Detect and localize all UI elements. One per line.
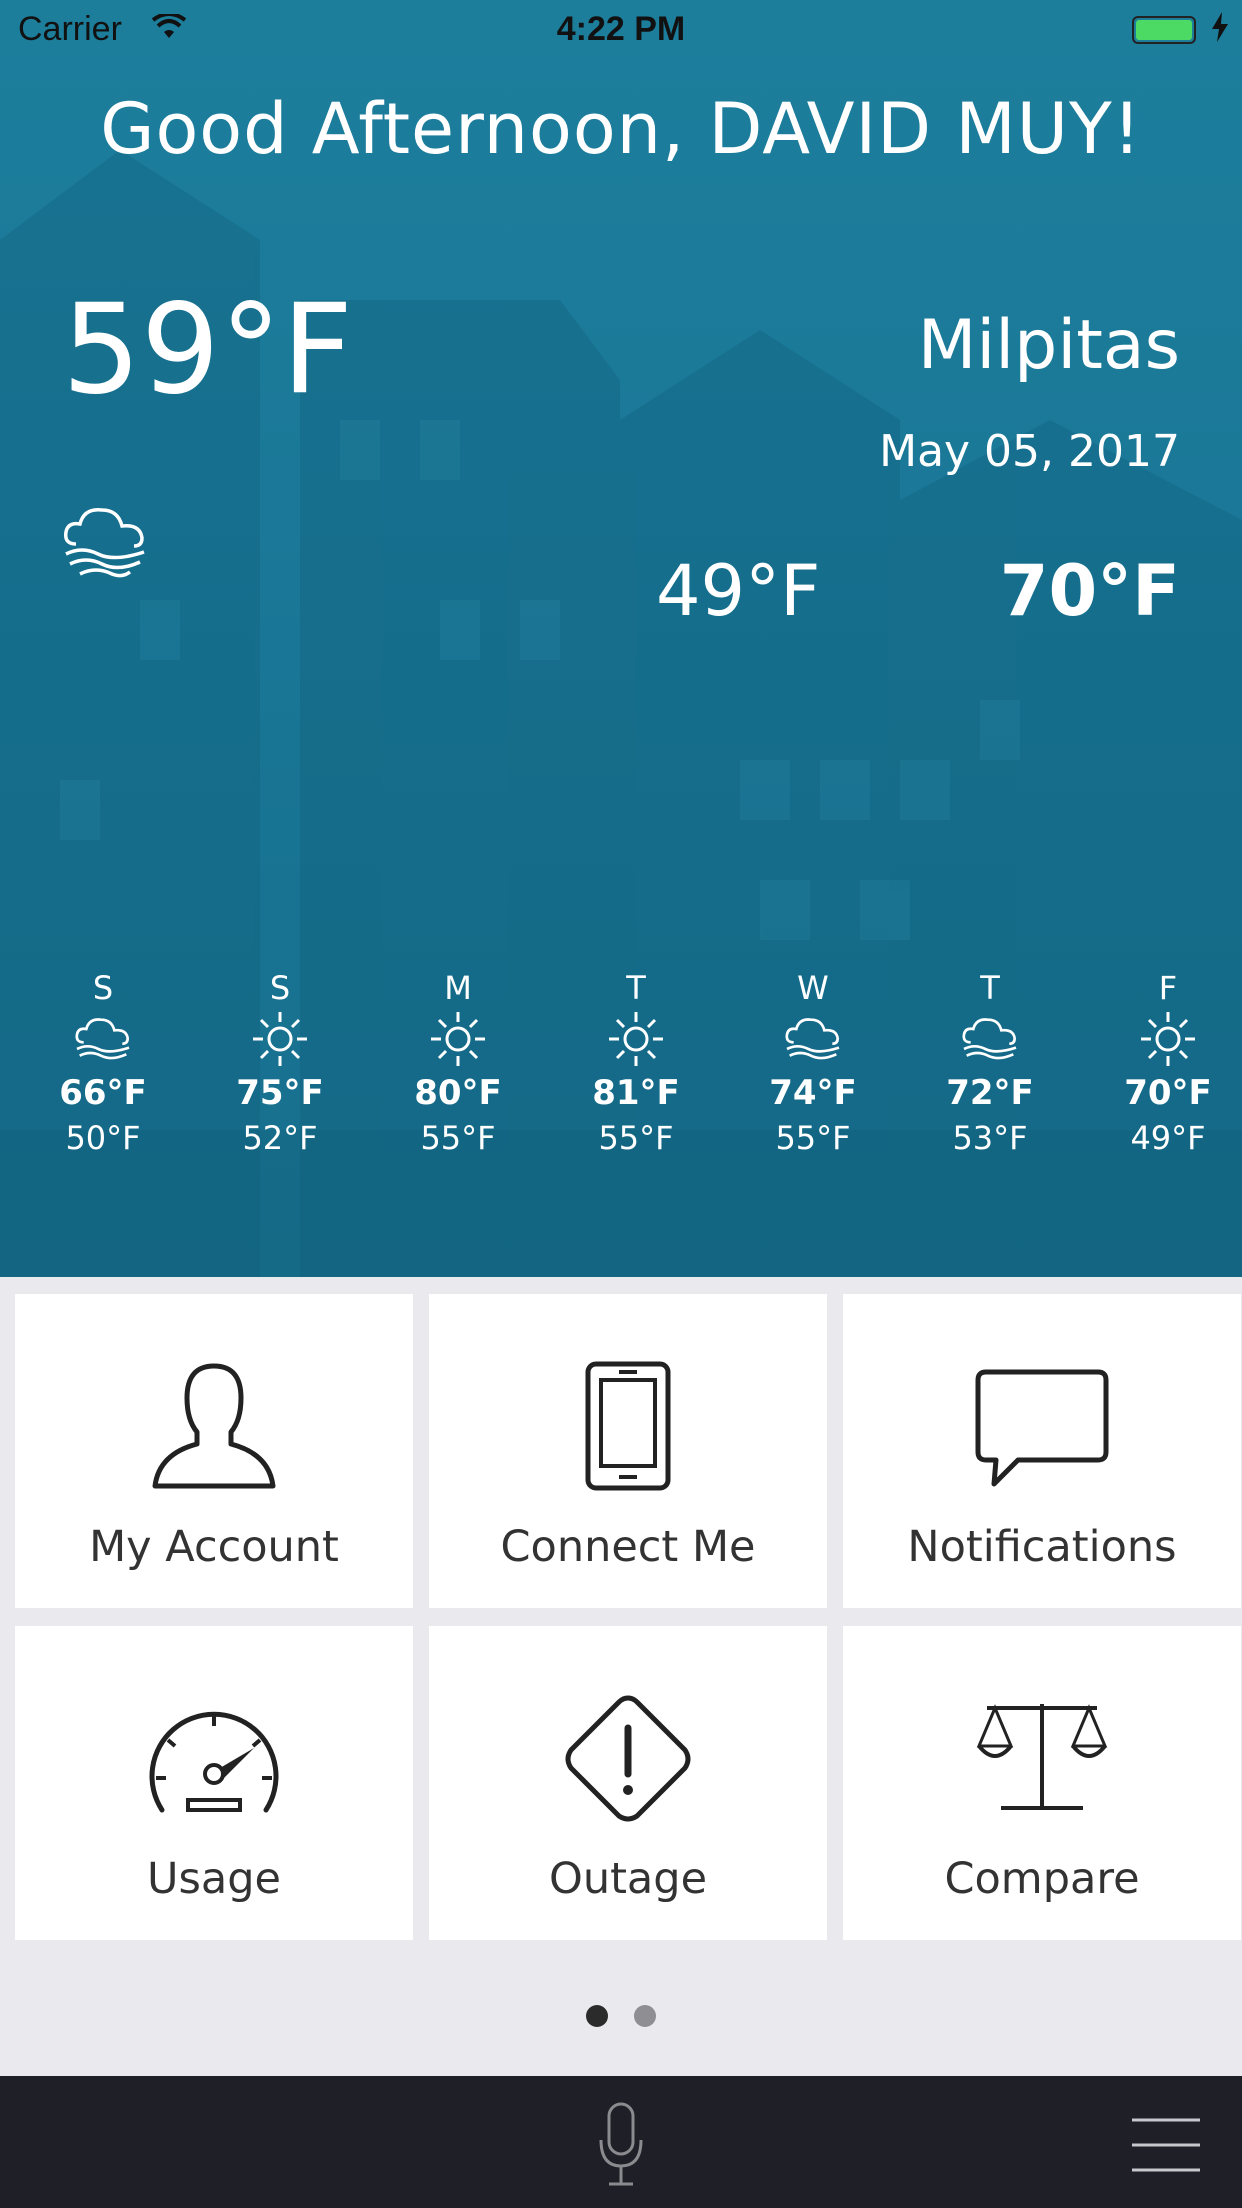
- forecast-high: 81°F: [592, 1073, 680, 1113]
- forecast-day-label: T: [980, 969, 1000, 1007]
- forecast-day-label: W: [797, 969, 829, 1007]
- forecast-day-label: M: [444, 969, 472, 1007]
- forecast-low: 49°F: [1130, 1119, 1206, 1157]
- forecast-day: S 66°F 50°F: [33, 968, 173, 1160]
- user-icon: [15, 1358, 413, 1492]
- forecast-high: 74°F: [769, 1073, 857, 1113]
- page-indicator[interactable]: [0, 2005, 1242, 2027]
- tile-label: Usage: [147, 1854, 281, 1904]
- outage-tile[interactable]: Outage: [429, 1626, 827, 1940]
- current-date: May 05, 2017: [879, 426, 1180, 477]
- forecast-day-label: T: [626, 969, 646, 1007]
- sun-icon: [566, 1008, 706, 1070]
- forecast-high: 72°F: [946, 1073, 1034, 1113]
- bottom-bar: [0, 2076, 1242, 2208]
- fog-cloud-icon: [920, 1008, 1060, 1070]
- forecast-day: W 74°F 55°F: [743, 968, 883, 1160]
- forecast-low: 52°F: [242, 1119, 318, 1157]
- page-dot[interactable]: [634, 2005, 656, 2027]
- battery-icon: [1132, 16, 1196, 44]
- tile-label: Outage: [548, 1854, 708, 1904]
- fog-cloud-icon: [743, 1008, 883, 1070]
- high-temperature: 70°F: [999, 550, 1180, 632]
- forecast-low: 50°F: [65, 1119, 141, 1157]
- my-account-tile[interactable]: My Account: [15, 1294, 413, 1608]
- forecast-high: 80°F: [414, 1073, 502, 1113]
- charging-bolt-icon: [1212, 12, 1228, 46]
- page-dot-active[interactable]: [586, 2005, 608, 2027]
- sun-icon: [210, 1008, 350, 1070]
- fog-cloud-icon: [33, 1008, 173, 1070]
- tile-label: My Account: [89, 1522, 339, 1572]
- forecast-day-label: F: [1158, 969, 1178, 1007]
- forecast-day: S 75°F 52°F: [210, 968, 350, 1160]
- forecast-day: T 72°F 53°F: [920, 968, 1060, 1160]
- forecast-day: M 80°F 55°F: [388, 968, 528, 1160]
- status-bar: Carrier 4:22 PM: [0, 0, 1242, 62]
- fog-cloud-icon: [60, 500, 150, 582]
- chat-bubble-icon: [843, 1368, 1241, 1488]
- phone-icon: [429, 1360, 827, 1492]
- tile-label: Compare: [944, 1854, 1140, 1904]
- weather-hero: Carrier 4:22 PM Good Afternoon, DAVID MU…: [0, 0, 1242, 1277]
- tile-label: Connect Me: [500, 1522, 756, 1572]
- forecast-day: F 70°F 49°F: [1098, 968, 1238, 1160]
- usage-tile[interactable]: Usage: [15, 1626, 413, 1940]
- connect-me-tile[interactable]: Connect Me: [429, 1294, 827, 1608]
- forecast-high: 66°F: [59, 1073, 147, 1113]
- warning-diamond-icon: [429, 1692, 827, 1826]
- forecast-high: 70°F: [1124, 1073, 1212, 1113]
- notifications-tile[interactable]: Notifications: [843, 1294, 1241, 1608]
- forecast-low: 55°F: [420, 1119, 496, 1157]
- current-temperature: 59°F: [62, 278, 354, 422]
- forecast-low: 55°F: [598, 1119, 674, 1157]
- sun-icon: [1098, 1008, 1238, 1070]
- weekly-forecast: S 66°F 50°F S 75°F 52°F M 80°F 55°F T 81…: [0, 968, 1242, 1188]
- scale-icon: [843, 1696, 1241, 1822]
- forecast-day-label: S: [269, 969, 291, 1007]
- greeting-text: Good Afternoon, DAVID MUY!: [100, 88, 1142, 170]
- sun-icon: [388, 1008, 528, 1070]
- status-time: 4:22 PM: [556, 10, 686, 48]
- compare-tile[interactable]: Compare: [843, 1626, 1241, 1940]
- forecast-low: 53°F: [952, 1119, 1028, 1157]
- city-name: Milpitas: [917, 306, 1180, 385]
- forecast-day: T 81°F 55°F: [566, 968, 706, 1160]
- microphone-icon[interactable]: [597, 2100, 645, 2192]
- tile-label: Notifications: [907, 1522, 1177, 1572]
- forecast-high: 75°F: [236, 1073, 324, 1113]
- speedometer-icon: [15, 1700, 413, 1820]
- hamburger-menu-icon[interactable]: [1130, 2116, 1202, 2178]
- forecast-day-label: S: [92, 969, 114, 1007]
- low-temperature: 49°F: [656, 550, 821, 632]
- forecast-low: 55°F: [775, 1119, 851, 1157]
